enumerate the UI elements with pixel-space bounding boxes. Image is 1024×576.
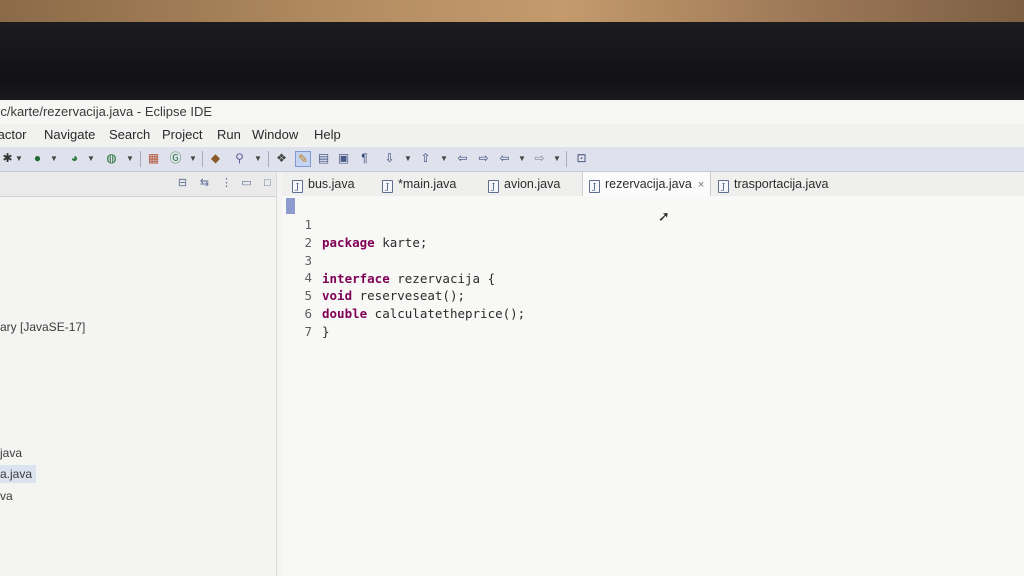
new-java-class-icon[interactable]: Ⓖ <box>168 151 183 166</box>
chevron-down-icon[interactable]: ▼ <box>553 151 561 166</box>
toolbar-separator <box>202 151 203 167</box>
last-edit-icon[interactable]: ⇦ <box>455 151 470 166</box>
tree-item-selected-file[interactable]: a.java <box>0 465 37 483</box>
run-icon[interactable]: ● <box>30 151 45 166</box>
chevron-down-icon[interactable]: ▼ <box>126 151 134 166</box>
mouse-pointer-icon: ➚ <box>658 208 670 224</box>
monitor-bezel <box>0 22 1024 102</box>
forward-icon[interactable]: ⇨ <box>532 151 547 166</box>
pin-editor-icon[interactable]: ⊡ <box>574 151 589 166</box>
code-text: karte; <box>374 235 428 250</box>
java-file-icon: J <box>382 180 393 193</box>
java-file-icon: J <box>292 180 303 193</box>
word-wrap-icon[interactable]: ▤ <box>316 151 331 166</box>
coverage-icon[interactable]: ◕ <box>67 151 82 166</box>
show-whitespace-icon[interactable]: ▣ <box>336 151 351 166</box>
chevron-down-icon[interactable]: ▼ <box>404 151 412 166</box>
code-line: 1 package karte; <box>282 198 427 250</box>
tab-label: trasportacija.java <box>734 177 829 191</box>
back-icon[interactable]: ⇨ <box>476 151 491 166</box>
line-text: interface rezervacija { <box>322 270 495 288</box>
chevron-down-icon[interactable]: ▼ <box>189 151 197 166</box>
menu-refactor[interactable]: factor <box>0 124 27 146</box>
close-icon[interactable]: × <box>698 179 704 191</box>
menu-bar: factor Navigate Search Project Run Windo… <box>0 124 1024 146</box>
minimize-icon[interactable]: ▭ <box>240 177 253 190</box>
chevron-down-icon[interactable]: ▼ <box>518 151 526 166</box>
code-line: 4 void reserveseat(); <box>282 251 465 303</box>
eclipse-window: rc/karte/rezervacija.java - Eclipse IDE … <box>0 100 1024 576</box>
toolbar-separator <box>268 151 269 167</box>
back-history-icon[interactable]: ⇦ <box>497 151 512 166</box>
line-number: 7 <box>304 324 312 339</box>
search-icon[interactable]: ⚲ <box>232 151 247 166</box>
java-editor: Jbus.java J *main.java Javion.java Jrezer… <box>282 172 1024 576</box>
code-text: reserveseat(); <box>352 288 465 303</box>
tab-label: rezervacija.java <box>605 177 692 191</box>
open-type-icon[interactable]: ◆ <box>208 151 223 166</box>
new-package-icon[interactable]: ▦ <box>146 151 161 166</box>
tree-item-jre-library[interactable]: ary [JavaSE-17] <box>0 318 85 336</box>
view-menu-icon[interactable]: ⋮ <box>220 177 233 190</box>
tree-item-java-file[interactable]: java <box>0 444 22 462</box>
tab-bus-java[interactable]: Jbus.java <box>292 172 355 196</box>
java-file-icon: J <box>488 180 499 193</box>
menu-help[interactable]: Help <box>314 124 341 146</box>
code-text-area[interactable]: 1 package karte; 2 3 interface rezervaci… <box>282 196 1024 576</box>
tab-main-java[interactable]: J *main.java <box>382 172 456 196</box>
code-line: 3 interface rezervacija { <box>282 234 495 286</box>
code-line: 7 <box>282 305 342 339</box>
window-title: rc/karte/rezervacija.java - Eclipse IDE <box>0 104 213 119</box>
menu-window[interactable]: Window <box>252 124 298 146</box>
toolbar-separator <box>140 151 141 167</box>
code-text: rezervacija { <box>389 271 496 286</box>
tab-label: avion.java <box>504 177 561 191</box>
background-wall <box>0 0 1024 22</box>
java-file-icon: J <box>589 180 600 193</box>
pilcrow-icon[interactable]: ¶ <box>357 151 372 166</box>
line-text: void reserveseat(); <box>322 287 465 305</box>
line-text: double calculatetheprice(); <box>322 305 525 323</box>
toggle-mark-occurrences-icon[interactable]: ❖ <box>274 151 289 166</box>
menu-project[interactable]: Project <box>162 124 202 146</box>
tab-label: bus.java <box>308 177 355 191</box>
tab-trasportacija-java[interactable]: Jtrasportacija.java <box>718 172 829 196</box>
debug-icon[interactable]: ✱ <box>0 151 15 166</box>
chevron-down-icon[interactable]: ▼ <box>254 151 262 166</box>
menu-run[interactable]: Run <box>217 124 241 146</box>
link-with-editor-icon[interactable]: ⇆ <box>198 177 211 190</box>
toolbar-separator <box>566 151 567 167</box>
package-explorer: ⊟ ⇆ ⋮ ▭ □ ary [JavaSE-17] java a.java va <box>0 172 277 576</box>
code-line: 2 <box>282 216 342 250</box>
maximize-icon[interactable]: □ <box>261 177 274 190</box>
title-bar: rc/karte/rezervacija.java - Eclipse IDE <box>0 100 1024 124</box>
tab-avion-java[interactable]: Javion.java <box>488 172 560 196</box>
prev-annotation-icon[interactable]: ⇧ <box>418 151 433 166</box>
code-line: 5 double calculatetheprice(); <box>282 269 525 321</box>
java-file-icon: J <box>718 180 729 193</box>
menu-navigate[interactable]: Navigate <box>44 124 95 146</box>
code-text: calculatetheprice(); <box>367 306 526 321</box>
external-tools-icon[interactable]: ◍ <box>104 151 119 166</box>
tab-label: *main.java <box>398 177 457 191</box>
tab-rezervacija-java[interactable]: Jrezervacija.java × <box>582 172 712 197</box>
main-toolbar: ✱ ▼ ● ▼ ◕ ▼ ◍ ▼ ▦ Ⓖ ▼ ◆ ⚲ ▼ ❖ ✎ ▤ ▣ ¶ ⇩ … <box>0 147 1024 172</box>
collapse-all-icon[interactable]: ⊟ <box>176 177 189 190</box>
toggle-block-selection-icon[interactable]: ✎ <box>295 151 311 167</box>
chevron-down-icon[interactable]: ▼ <box>87 151 95 166</box>
editor-tab-bar: Jbus.java J *main.java Javion.java Jrezer… <box>282 172 1024 197</box>
package-explorer-header: ⊟ ⇆ ⋮ ▭ □ <box>0 172 276 197</box>
chevron-down-icon[interactable]: ▼ <box>50 151 58 166</box>
next-annotation-icon[interactable]: ⇩ <box>382 151 397 166</box>
code-line: 6 } <box>282 287 342 339</box>
menu-search[interactable]: Search <box>109 124 150 146</box>
tree-item-java-file-2[interactable]: va <box>0 487 13 505</box>
chevron-down-icon[interactable]: ▼ <box>15 151 23 166</box>
chevron-down-icon[interactable]: ▼ <box>440 151 448 166</box>
